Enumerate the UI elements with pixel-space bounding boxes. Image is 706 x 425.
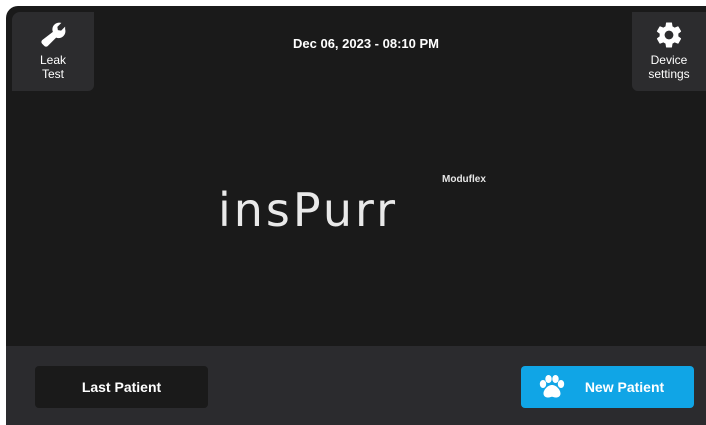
date-time-display: Dec 06, 2023 - 08:10 PM [293,36,439,51]
device-settings-button[interactable]: Device settings [632,12,706,91]
brand-name: insPurr [218,183,398,237]
last-patient-label: Last Patient [81,379,162,395]
brand-subtitle: Moduflex [442,174,486,185]
device-settings-label: Device settings [648,53,690,81]
leak-test-label: Leak Test [39,53,67,81]
leak-test-button[interactable]: Leak Test [12,12,94,91]
new-patient-button[interactable]: New Patient [521,366,694,408]
gear-icon [656,22,682,48]
last-patient-button[interactable]: Last Patient [35,366,208,408]
bottom-action-bar: Last Patient New Patient [6,346,706,425]
brand-logo: Moduflex insPurr [216,168,516,238]
device-screen: Leak Test Dec 06, 2023 - 08:10 PM Device… [6,6,706,425]
new-patient-label: New Patient [584,379,665,395]
paw-icon [539,375,565,398]
